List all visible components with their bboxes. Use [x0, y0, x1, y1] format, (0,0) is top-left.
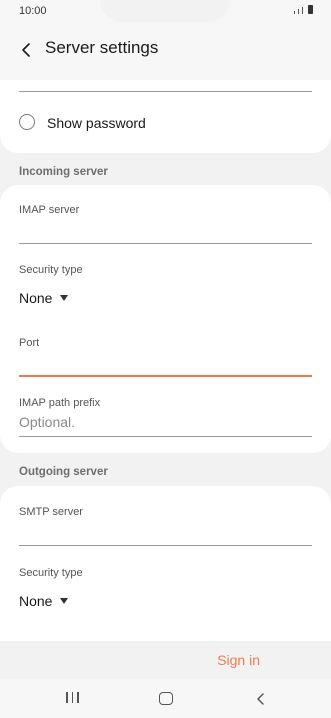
imap-path-prefix-input[interactable]: Optional.	[19, 414, 75, 430]
caret-down-icon	[60, 598, 69, 604]
battery-icon	[308, 5, 313, 14]
outgoing-security-type-label: Security type	[19, 567, 83, 579]
outgoing-security-type-value: None	[19, 593, 53, 609]
imap-server-label: IMAP server	[19, 204, 80, 216]
port-input[interactable]	[19, 375, 312, 377]
system-navigation-bar	[0, 679, 331, 718]
status-bar: 10:00	[0, 0, 331, 24]
status-icons	[294, 5, 313, 14]
bottom-action-bar: Sign in	[0, 641, 331, 679]
nav-back-icon[interactable]	[254, 691, 268, 707]
home-icon[interactable]	[159, 692, 173, 705]
back-button[interactable]	[12, 36, 40, 64]
smtp-server-label: SMTP server	[19, 506, 83, 518]
signal-icon	[294, 11, 295, 14]
incoming-security-type-label: Security type	[19, 264, 83, 276]
show-password-label[interactable]: Show password	[47, 115, 146, 131]
recent-apps-icon[interactable]	[66, 692, 79, 703]
show-password-radio[interactable]	[19, 114, 35, 130]
password-field-underline[interactable]	[19, 91, 312, 92]
outgoing-security-type-dropdown[interactable]: None	[19, 593, 69, 609]
imap-server-input[interactable]	[19, 243, 312, 244]
incoming-server-card	[0, 185, 331, 453]
imap-path-prefix-label: IMAP path prefix	[19, 397, 101, 409]
chevron-left-icon	[22, 43, 30, 57]
incoming-security-type-dropdown[interactable]: None	[19, 290, 69, 306]
sign-in-button[interactable]: Sign in	[217, 652, 260, 668]
page-title: Server settings	[45, 38, 159, 57]
outgoing-server-header: Outgoing server	[19, 466, 108, 478]
smtp-server-input[interactable]	[19, 545, 312, 546]
incoming-server-header: Incoming server	[19, 166, 108, 178]
caret-down-icon	[60, 295, 69, 301]
app-header: Server settings	[0, 24, 331, 80]
camera-notch	[100, 0, 230, 22]
incoming-security-type-value: None	[19, 290, 53, 306]
status-time: 10:00	[19, 5, 47, 17]
imap-path-prefix-underline	[19, 436, 312, 437]
port-label: Port	[19, 337, 40, 349]
